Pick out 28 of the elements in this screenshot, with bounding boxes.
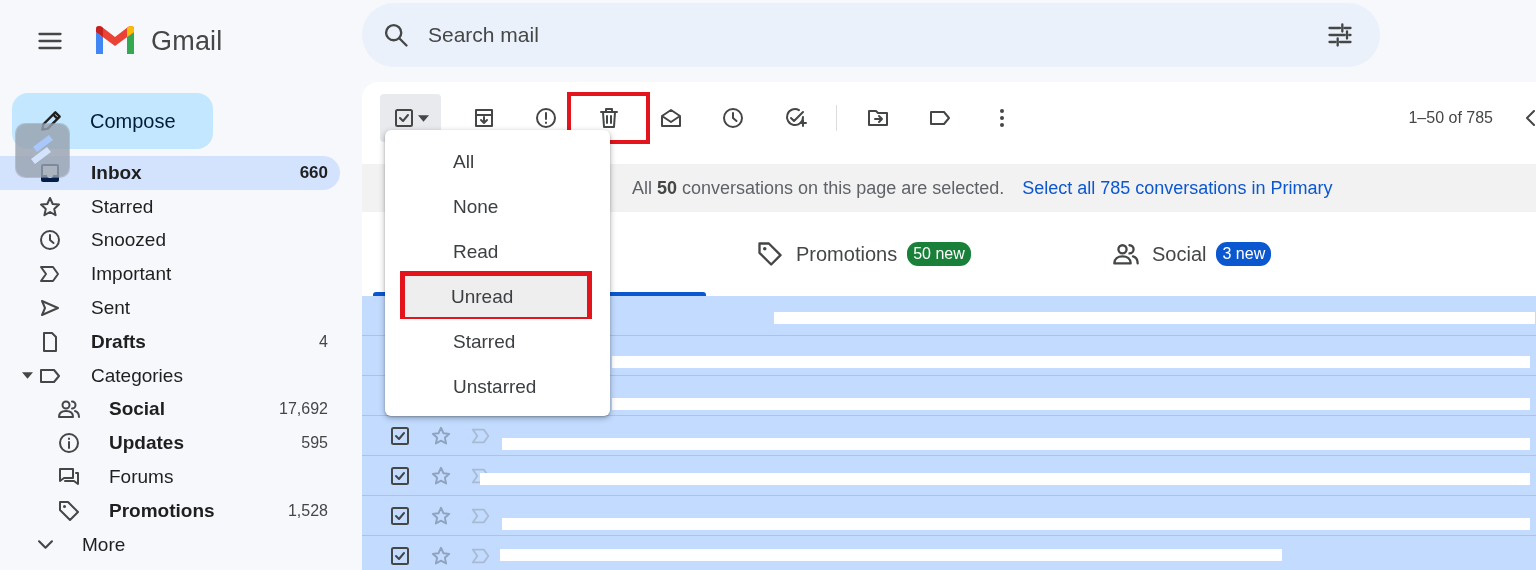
- select-all-link[interactable]: Select all 785 conversations in Primary: [1022, 177, 1333, 199]
- category-tab[interactable]: Promotions 50 new: [756, 212, 1112, 296]
- menu-item[interactable]: Starred: [385, 319, 610, 364]
- sidebar-item[interactable]: Sent: [0, 291, 340, 325]
- app-name: Gmail: [151, 25, 223, 57]
- compose-button[interactable]: Compose: [12, 93, 213, 149]
- search-field[interactable]: Search mail: [362, 3, 1380, 67]
- sidebar-item[interactable]: Drafts 4: [0, 325, 340, 359]
- sidebar-item[interactable]: More: [0, 527, 340, 562]
- sidebar-item[interactable]: Starred: [0, 189, 340, 224]
- new-count: 3 new: [1216, 242, 1272, 266]
- sidebar-item[interactable]: Updates 595: [0, 426, 340, 461]
- menu-item[interactable]: Unread: [403, 274, 589, 319]
- sidebar-item[interactable]: Important: [0, 257, 340, 292]
- new-count: 50 new: [907, 242, 971, 266]
- menu-item[interactable]: Unstarred: [385, 364, 610, 409]
- menu-item[interactable]: All: [385, 139, 610, 184]
- search-input[interactable]: Search mail: [426, 22, 1310, 48]
- menu-item[interactable]: None: [385, 184, 610, 229]
- sidebar-item[interactable]: Snoozed: [0, 223, 340, 258]
- pagination-text: 1–50 of 785: [1408, 109, 1493, 127]
- sidebar-item[interactable]: Promotions 1,528: [0, 493, 340, 528]
- sidebar-item[interactable]: Forums: [0, 460, 340, 494]
- sidebar-item[interactable]: Categories: [0, 358, 340, 393]
- sidebar-item[interactable]: Social 17,692: [0, 392, 340, 427]
- selection-message: All 50 conversations on this page are selected.: [632, 177, 1005, 199]
- category-tab[interactable]: Social 3 new: [1112, 212, 1272, 296]
- menu-item[interactable]: Read: [385, 229, 610, 274]
